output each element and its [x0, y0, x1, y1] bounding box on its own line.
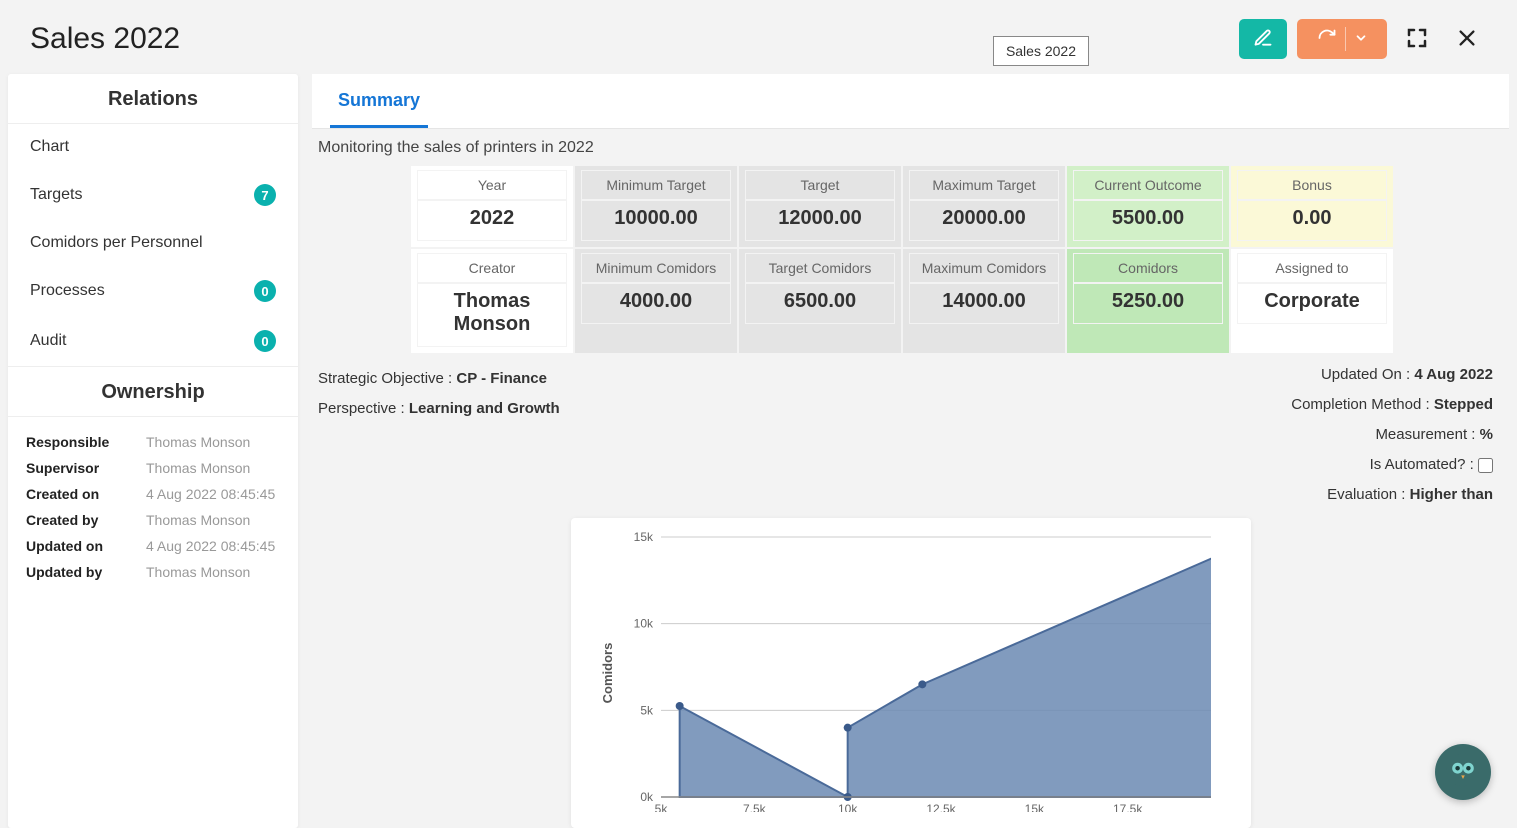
refresh-dropdown-button[interactable] [1297, 19, 1387, 59]
metric-header: Current Outcome [1073, 170, 1223, 200]
metric-header: Maximum Target [909, 170, 1059, 200]
svg-text:7.5k: 7.5k [742, 802, 766, 812]
fullscreen-button[interactable] [1397, 19, 1437, 59]
svg-text:10k: 10k [633, 617, 653, 631]
relations-title: Relations [8, 74, 298, 124]
tab-bar: Summary [312, 74, 1509, 129]
sidebar-item-audit[interactable]: Audit 0 [8, 316, 298, 366]
meta-right: Updated On : 4 Aug 2022 Completion Metho… [1291, 354, 1509, 510]
ownership-title: Ownership [8, 366, 298, 417]
title-tag: Sales 2022 [993, 36, 1089, 66]
metric-header: Maximum Comidors [909, 253, 1059, 283]
svg-text:12.5k: 12.5k [926, 802, 956, 812]
metric-header: Assigned to [1237, 253, 1387, 283]
svg-text:15k: 15k [633, 532, 653, 544]
sidebar-item-processes[interactable]: Processes 0 [8, 266, 298, 316]
meta-left: Strategic Objective : CP - Finance Persp… [312, 354, 560, 424]
metric-value: 0.00 [1237, 200, 1387, 241]
sidebar-item-comidors[interactable]: Comidors per Personnel [8, 220, 298, 266]
metric-value: 4000.00 [581, 283, 731, 324]
page-title: Sales 2022 [30, 22, 993, 56]
sidebar-item-targets[interactable]: Targets 7 [8, 170, 298, 220]
metric-value: 6500.00 [745, 283, 895, 324]
metric-header: Target Comidors [745, 253, 895, 283]
ownership-row: SupervisorThomas Monson [26, 455, 280, 481]
sidebar-item-label: Targets [30, 186, 82, 204]
chevron-down-icon [1354, 31, 1368, 48]
ownership-row: ResponsibleThomas Monson [26, 429, 280, 455]
chart-ylabel: Comidors [599, 643, 614, 704]
sidebar: Relations Chart Targets 7 Comidors per P… [8, 74, 298, 828]
metric-header: Minimum Comidors [581, 253, 731, 283]
metric-header: Minimum Target [581, 170, 731, 200]
metrics-table: Year2022 Minimum Target10000.00 Target12… [410, 165, 1509, 354]
ownership-row: Created byThomas Monson [26, 507, 280, 533]
metric-value: 5500.00 [1073, 200, 1223, 241]
sidebar-item-label: Audit [30, 332, 66, 350]
metric-value: 10000.00 [581, 200, 731, 241]
chart-card: Comidors 0k5k10k15k5k7.5k10k12.5k15k17.5… [571, 518, 1251, 828]
close-button[interactable] [1447, 19, 1487, 59]
svg-text:0k: 0k [640, 790, 654, 804]
tab-summary[interactable]: Summary [330, 74, 428, 128]
close-icon [1456, 27, 1478, 52]
main-panel: Summary Monitoring the sales of printers… [312, 74, 1509, 828]
owl-icon [1445, 752, 1481, 793]
metric-header: Creator [417, 253, 567, 283]
metric-value: 20000.00 [909, 200, 1059, 241]
metric-value: Thomas Monson [417, 283, 567, 347]
assistant-fab[interactable] [1435, 744, 1491, 800]
ownership-panel: ResponsibleThomas Monson SupervisorThoma… [8, 417, 298, 601]
processes-count-badge: 0 [254, 280, 276, 302]
metric-value: Corporate [1237, 283, 1387, 324]
svg-text:10k: 10k [837, 802, 857, 812]
metric-header: Target [745, 170, 895, 200]
sidebar-item-label: Chart [30, 138, 69, 156]
comidors-chart: 0k5k10k15k5k7.5k10k12.5k15k17.5k20k [621, 532, 1211, 812]
svg-text:5k: 5k [640, 703, 654, 717]
sidebar-item-label: Processes [30, 282, 105, 300]
audit-count-badge: 0 [254, 330, 276, 352]
refresh-icon [1317, 28, 1337, 51]
ownership-row: Created on4 Aug 2022 08:45:45 [26, 481, 280, 507]
metric-header: Year [417, 170, 567, 200]
ownership-row: Updated on4 Aug 2022 08:45:45 [26, 533, 280, 559]
metric-value: 12000.00 [745, 200, 895, 241]
metric-value: 2022 [417, 200, 567, 241]
expand-icon [1405, 26, 1429, 53]
description: Monitoring the sales of printers in 2022 [312, 129, 1509, 165]
svg-text:5k: 5k [654, 802, 668, 812]
svg-text:17.5k: 17.5k [1112, 802, 1142, 812]
automated-checkbox[interactable] [1478, 458, 1493, 473]
sidebar-item-label: Comidors per Personnel [30, 234, 203, 252]
pencil-icon [1253, 28, 1273, 51]
metric-value: 5250.00 [1073, 283, 1223, 324]
svg-text:15k: 15k [1024, 802, 1044, 812]
targets-count-badge: 7 [254, 184, 276, 206]
edit-button[interactable] [1239, 19, 1287, 59]
metric-value: 14000.00 [909, 283, 1059, 324]
sidebar-item-chart[interactable]: Chart [8, 124, 298, 170]
metric-header: Comidors [1073, 253, 1223, 283]
ownership-row: Updated byThomas Monson [26, 559, 280, 585]
metric-header: Bonus [1237, 170, 1387, 200]
